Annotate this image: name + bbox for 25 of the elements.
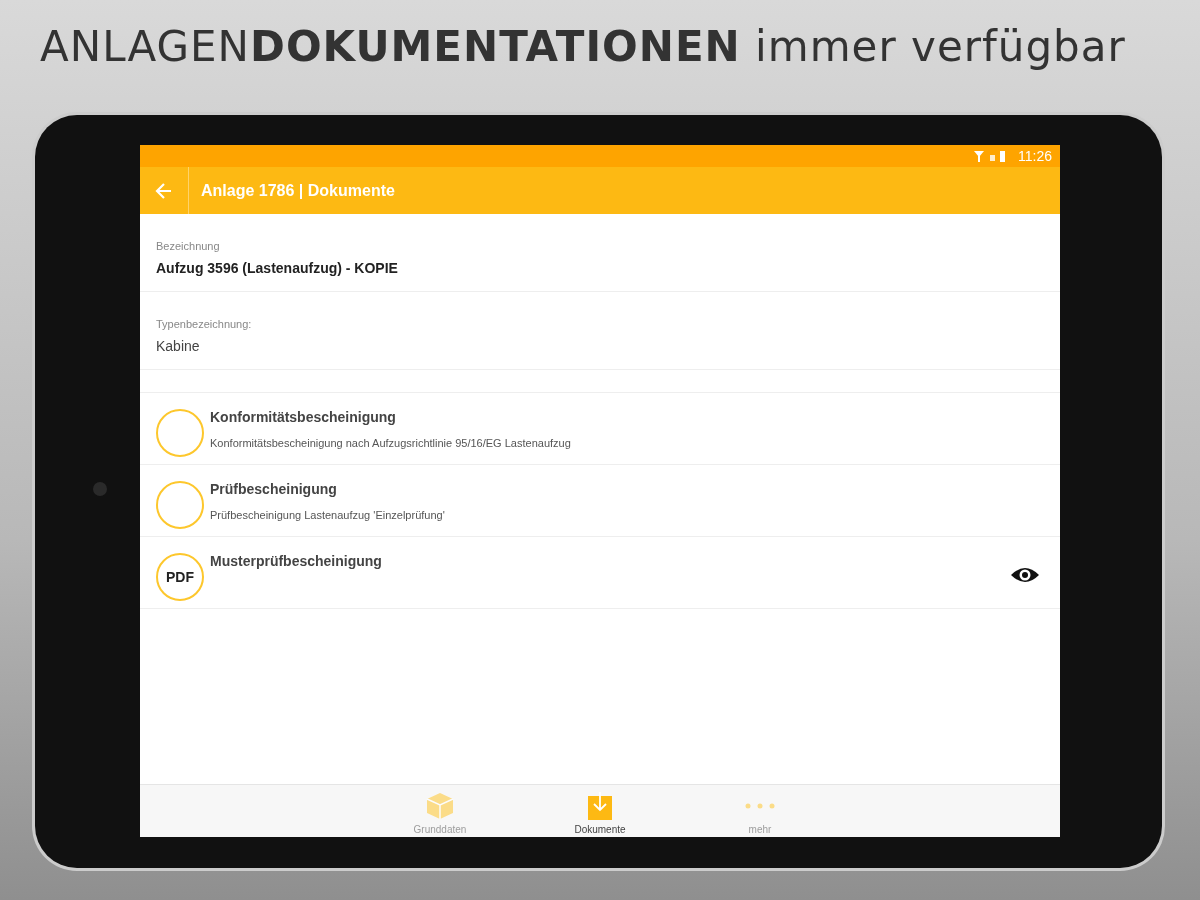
toolbar-title: Anlage 1786 | Dokumente xyxy=(201,181,395,200)
document-description: Prüfbescheinigung Lastenaufzug 'Einzelprüfung' xyxy=(210,509,446,521)
download-icon xyxy=(585,791,615,821)
document-item[interactable]: PDF Musterprüfbescheinigung xyxy=(140,537,1060,609)
field-label: Typenbezeichnung: xyxy=(156,318,253,330)
headline: ANLAGENDOKUMENTATIONEN immer verfügbar xyxy=(39,21,1127,73)
nav-tab[interactable]: Dokumente xyxy=(550,785,650,837)
box-icon xyxy=(425,791,455,821)
pdf-icon: PDF xyxy=(156,553,204,601)
document-circle-icon xyxy=(156,481,204,529)
back-arrow-icon xyxy=(154,180,174,201)
eye-icon[interactable] xyxy=(1010,565,1040,585)
document-description: Konformitätsbescheinigung nach Aufzugsrichtlinie 95/16/EG Lastenaufzug xyxy=(210,437,572,449)
camera-icon xyxy=(93,482,107,496)
document-circle-icon xyxy=(156,409,204,457)
document-item[interactable]: Konformitätsbescheinigung Konformitätsbescheinigung nach Aufzugsrichtlinie 95/16/EG Lastenaufzug xyxy=(140,393,1060,465)
document-item[interactable]: Prüfbescheinigung Prüfbescheinigung Lastenaufzug 'Einzelprüfung' xyxy=(140,465,1060,537)
more-icon xyxy=(745,803,775,809)
status-time: 11:26 xyxy=(1018,148,1052,164)
field-label: Bezeichnung xyxy=(156,240,221,252)
document-title: Konformitätsbescheinigung xyxy=(210,409,397,425)
document-title: Prüfbescheinigung xyxy=(210,481,338,497)
field-value: Aufzug 3596 (Lastenaufzug) - KOPIE xyxy=(156,260,399,276)
field-value: Kabine xyxy=(156,338,201,354)
document-title: Musterprüfbescheinigung xyxy=(210,553,383,569)
